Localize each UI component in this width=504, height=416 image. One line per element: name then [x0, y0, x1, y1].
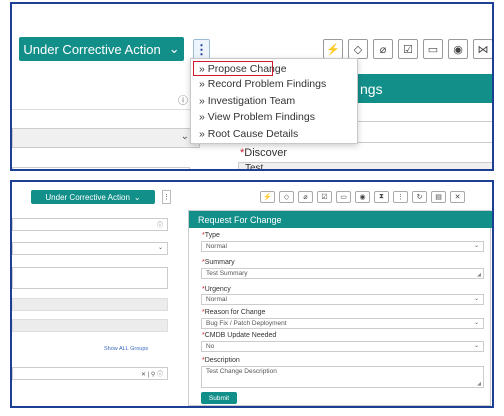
toolbar: ⚡ ◇ ⌀ ☑ ▭ ◉ ⧗ ⋮ ↻ ▤ ✕	[260, 191, 465, 203]
description-textarea[interactable]: Test Change Description ◢	[201, 366, 484, 388]
chevron-down-icon: ⌄	[133, 192, 141, 202]
left-input-row[interactable]: ⓘ	[12, 90, 200, 110]
save-icon[interactable]: ▤	[431, 191, 446, 203]
left-select[interactable]: ⌄	[12, 128, 200, 148]
status-dropdown-button[interactable]: Under Corrective Action ⌄	[19, 37, 184, 61]
chevron-down-icon: ⌄	[157, 245, 163, 251]
vertical-dots-icon[interactable]: ⋮	[393, 191, 408, 203]
left-select-1[interactable]: ⌄	[12, 242, 168, 255]
left-assignee-input[interactable]: ✕ | ⚲ ⓘ	[12, 367, 168, 380]
left-textarea-1[interactable]	[12, 267, 168, 289]
type-select[interactable]: Normal ⌄	[201, 241, 484, 252]
left-input-1[interactable]: ⓘ	[12, 218, 168, 231]
toolbar: ⚡ ◇ ⌀ ☑ ▭ ◉ ⋈	[323, 39, 492, 59]
chevron-down-icon: ⌄	[473, 296, 479, 302]
tag-icon[interactable]: ◇	[348, 39, 368, 59]
more-actions-button[interactable]: ⋮	[162, 190, 171, 204]
cmdb-label: *CMDB Update Needed	[202, 332, 277, 339]
discover-label: *Discover	[240, 147, 288, 159]
person-icon[interactable]: ✕ | ⚲ ⓘ	[141, 369, 163, 378]
left-readonly-2	[12, 319, 168, 332]
chevron-down-icon: ⌄	[473, 243, 479, 249]
chevron-down-icon: ⌄	[473, 343, 479, 349]
urgency-label: *Urgency	[202, 286, 231, 293]
left-readonly-1	[12, 298, 168, 311]
lightning-icon[interactable]: ⚡	[323, 39, 343, 59]
hourglass-icon[interactable]: ⧗	[374, 191, 389, 203]
top-screenshot-panel: Under Corrective Action ⌄ ⋮ ⚡ ◇ ⌀ ☑ ▭ ◉ …	[10, 2, 494, 171]
summary-input[interactable]: Test Summary ◢	[201, 268, 484, 279]
type-label: *Type	[202, 232, 220, 239]
reason-select[interactable]: Bug Fix / Patch Deployment ⌄	[201, 318, 484, 329]
request-for-change-form: Request For Change *Type Normal ⌄ *Summar…	[188, 210, 492, 406]
bottom-screenshot-panel: Under Corrective Action ⌄ ⋮ ⚡ ◇ ⌀ ☑ ▭ ◉ …	[10, 180, 494, 408]
close-icon[interactable]: ✕	[450, 191, 465, 203]
paperclip-icon[interactable]: ⌀	[298, 191, 313, 203]
checklist-icon[interactable]: ☑	[317, 191, 332, 203]
checklist-icon[interactable]: ☑	[398, 39, 418, 59]
resize-handle-icon[interactable]: ◢	[477, 272, 481, 278]
share-icon[interactable]: ⋈	[473, 39, 492, 59]
book-icon[interactable]: ▭	[423, 39, 443, 59]
menu-item-view-problem-findings[interactable]: » View Problem Findings	[191, 109, 357, 126]
menu-item-root-cause-details[interactable]: » Root Cause Details	[191, 126, 357, 143]
status-label: Under Corrective Action	[45, 192, 130, 202]
more-actions-button[interactable]: ⋮	[193, 39, 210, 60]
status-dropdown-button[interactable]: Under Corrective Action ⌄	[31, 190, 155, 204]
info-icon: ⓘ	[156, 223, 163, 229]
submit-button[interactable]: Submit	[201, 392, 237, 404]
book-icon[interactable]: ▭	[336, 191, 351, 203]
paperclip-icon[interactable]: ⌀	[373, 39, 393, 59]
reason-label: *Reason for Change	[202, 309, 266, 316]
show-all-groups-link[interactable]: Show ALL Groups	[104, 346, 148, 352]
menu-item-record-problem-findings[interactable]: » Record Problem Findings	[191, 76, 357, 93]
form-title: Request For Change	[189, 211, 492, 228]
info-icon: ⓘ	[178, 96, 188, 107]
eye-icon[interactable]: ◉	[355, 191, 370, 203]
refresh-icon[interactable]: ↻	[412, 191, 427, 203]
resize-handle-icon[interactable]: ◢	[477, 381, 481, 387]
actions-dropdown-menu: » Propose Change » Record Problem Findin…	[190, 58, 358, 144]
menu-item-investigation-team[interactable]: » Investigation Team	[191, 93, 357, 110]
summary-label: *Summary	[202, 259, 235, 266]
description-label: *Description	[202, 357, 240, 364]
eye-icon[interactable]: ◉	[448, 39, 468, 59]
chevron-down-icon: ⌄	[180, 131, 189, 142]
discover-input[interactable]: Test	[238, 162, 492, 169]
left-textarea[interactable]	[12, 167, 190, 169]
left-form-area: ⓘ ⌄ Show ALL Groups ✕ | ⚲ ⓘ	[12, 212, 170, 406]
urgency-select[interactable]: Normal ⌄	[201, 294, 484, 305]
cmdb-select[interactable]: No ⌄	[201, 341, 484, 352]
tag-icon[interactable]: ◇	[279, 191, 294, 203]
menu-item-propose-change[interactable]: » Propose Change	[193, 61, 287, 76]
chevron-down-icon: ⌄	[473, 320, 479, 326]
status-label: Under Corrective Action	[23, 41, 161, 57]
chevron-down-icon: ⌄	[168, 41, 180, 56]
lightning-icon[interactable]: ⚡	[260, 191, 275, 203]
